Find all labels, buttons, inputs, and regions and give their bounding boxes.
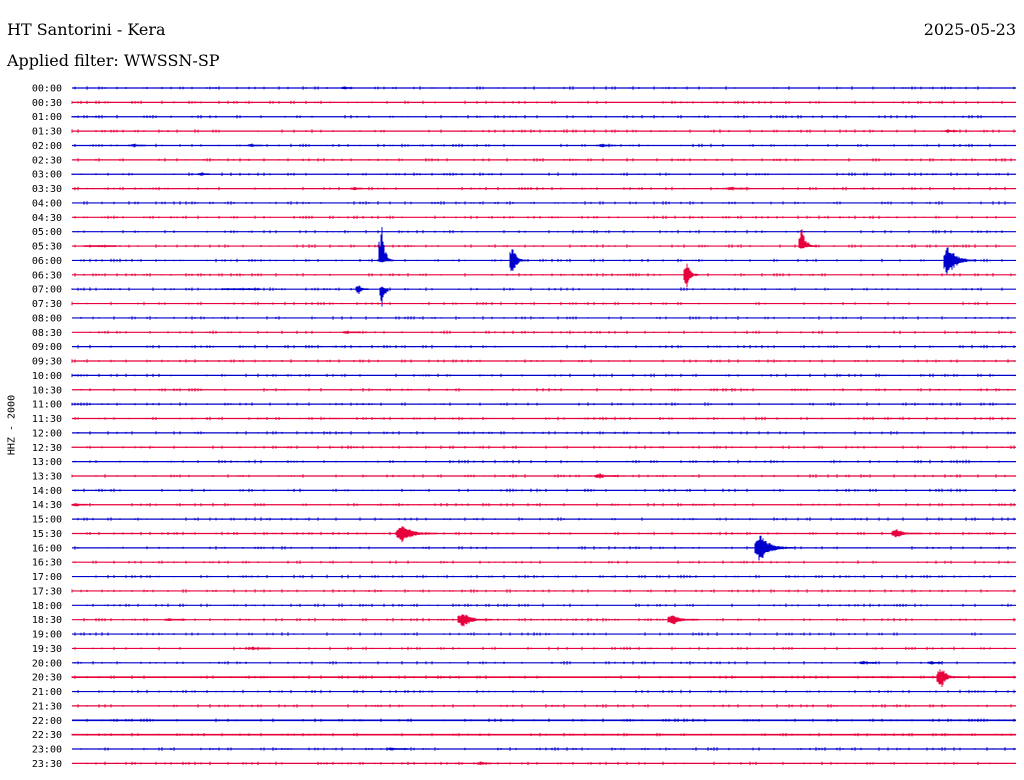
trace-time-label: 23:00	[32, 745, 62, 756]
trace-time-label: 15:00	[32, 515, 62, 526]
trace-time-label: 00:00	[32, 84, 62, 95]
trace-time-label: 20:00	[32, 658, 62, 669]
trace-time-label: 11:30	[32, 414, 62, 425]
trace-time-label: 09:30	[32, 357, 62, 368]
seismic-event	[457, 614, 493, 627]
trace-time-label: 00:30	[32, 98, 62, 109]
trace-time-label: 03:00	[32, 170, 62, 181]
seismic-event	[247, 646, 271, 651]
trace-time-label: 19:30	[32, 644, 62, 655]
trace-time-label: 18:30	[32, 615, 62, 626]
seismic-event	[936, 669, 962, 687]
seismic-event	[164, 618, 186, 621]
seismic-event	[509, 249, 527, 271]
trace-time-label: 20:30	[32, 673, 62, 684]
seismic-event	[667, 615, 699, 625]
trace-time-label: 01:30	[32, 127, 62, 138]
trace-time-label: 13:30	[32, 471, 62, 482]
seismic-event	[221, 288, 261, 290]
trace-time-label: 17:30	[32, 586, 62, 597]
trace-time-label: 22:30	[32, 730, 62, 741]
trace-time-label: 06:30	[32, 270, 62, 281]
trace-time-label: 21:30	[32, 701, 62, 712]
seismic-event	[247, 143, 263, 148]
trace-time-label: 15:30	[32, 529, 62, 540]
trace-time-label: 04:00	[32, 198, 62, 209]
trace-time-label: 23:30	[32, 759, 62, 770]
seismic-event	[594, 473, 618, 479]
trace-time-label: 16:00	[32, 543, 62, 554]
trace-time-label: 05:30	[32, 242, 62, 253]
trace-time-label: 05:00	[32, 227, 62, 238]
trace-time-label: 18:00	[32, 601, 62, 612]
trace-time-label: 03:30	[32, 184, 62, 195]
seismic-event	[891, 529, 923, 538]
seismic-event	[598, 143, 614, 148]
seismic-event	[355, 285, 369, 294]
seismic-event	[927, 661, 943, 665]
trace-time-label: 11:00	[32, 400, 62, 411]
trace-time-label: 17:00	[32, 572, 62, 583]
trace-time-label: 01:00	[32, 112, 62, 123]
trace-time-label: 07:30	[32, 299, 62, 310]
trace-time-label: 02:00	[32, 141, 62, 152]
seismic-event	[396, 526, 438, 543]
seismic-event	[386, 747, 408, 751]
seismic-event	[378, 227, 394, 263]
seismic-event	[944, 129, 958, 133]
trace-noise	[71, 589, 1015, 593]
seismic-event	[859, 661, 877, 665]
seismic-event	[198, 172, 210, 176]
trace-time-label: 14:30	[32, 500, 62, 511]
seismic-event	[342, 331, 360, 334]
trace-time-label: 21:00	[32, 687, 62, 698]
trace-time-label: 06:00	[32, 256, 62, 267]
trace-time-label: 07:00	[32, 285, 62, 296]
helicorder-drum: 00:00 00:30 01:00 01:30 02:00 02:30 03:00 03:30…	[32, 84, 1016, 770]
seismic-event	[754, 535, 794, 561]
trace-time-label: 09:00	[32, 342, 62, 353]
trace-time-label: 16:30	[32, 558, 62, 569]
trace-time-label: 14:00	[32, 486, 62, 497]
seismic-event	[726, 186, 750, 191]
seismic-event	[683, 263, 699, 288]
trace-time-label: 04:30	[32, 213, 62, 224]
seismic-event	[130, 143, 146, 148]
trace-time-label: 08:30	[32, 328, 62, 339]
seismic-event	[476, 761, 492, 766]
trace-time-label: 10:00	[32, 371, 62, 382]
trace-time-label: 13:00	[32, 457, 62, 468]
seismic-event	[943, 247, 977, 275]
trace-time-label: 19:00	[32, 630, 62, 641]
trace-time-label: 12:30	[32, 443, 62, 454]
trace-time-label: 12:00	[32, 428, 62, 439]
trace-time-label: 02:30	[32, 155, 62, 166]
trace-time-label: 10:30	[32, 385, 62, 396]
trace-time-label: 08:00	[32, 313, 62, 324]
trace-time-label: 22:00	[32, 716, 62, 727]
seismic-event	[83, 245, 117, 247]
